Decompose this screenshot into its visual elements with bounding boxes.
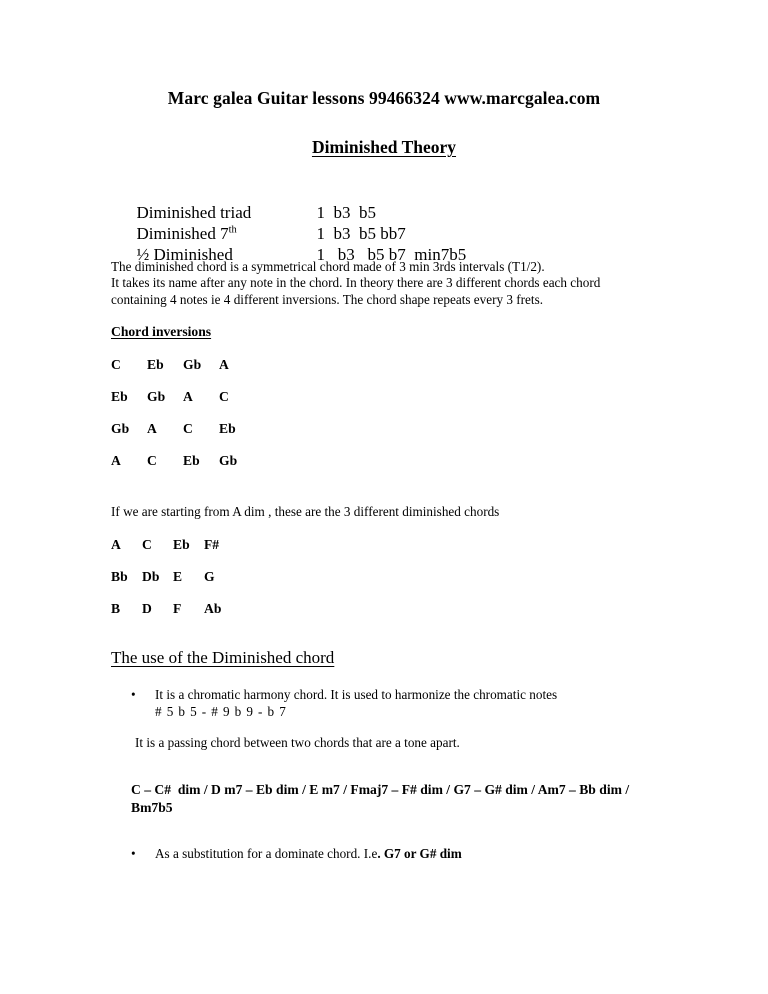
list-item: • As a substitution for a dominate chord… [131, 846, 651, 863]
note-cell: Ab [204, 601, 222, 616]
note-cell: Bb [111, 569, 128, 584]
note-cell: D [142, 601, 152, 616]
note-cell: Gb [111, 421, 130, 436]
note-cell: G [204, 569, 215, 584]
note-cell: Eb [111, 389, 128, 404]
note-cell: C [111, 357, 121, 372]
definition-row: Diminished triad 1 b3 b5 [111, 181, 671, 222]
note-cell: C [183, 421, 193, 436]
list-item-text: It is a chromatic harmony chord. It is u… [155, 687, 558, 702]
intro-line-3: containing 4 notes ie 4 different invers… [111, 291, 543, 307]
document-header: Marc galea Guitar lessons 99466324 www.m… [167, 88, 601, 108]
note-cell: A [147, 421, 157, 436]
adim-chord-row: A C Eb F# [111, 537, 235, 553]
note-cell: E [173, 569, 183, 584]
chord-inversions-heading: Chord inversions [111, 324, 212, 339]
intro-line-2: It takes its name after any note in the … [111, 275, 601, 291]
document-page: Marc galea Guitar lessons 99466324 www.m… [0, 0, 768, 994]
adim-chord-row: Bb Db E G [111, 569, 235, 585]
note-cell: Eb [173, 537, 190, 552]
note-cell: Gb [183, 357, 202, 372]
definition-values: 1 b3 b5 bb7 [316, 224, 406, 243]
intro-line-1: The diminished chord is a symmetrical ch… [111, 259, 545, 274]
definition-label: Diminished 7th [136, 224, 237, 243]
list-item-subtext: # 5 b 5 - # 9 b 9 - b 7 [155, 703, 287, 719]
note-cell: A [183, 389, 193, 404]
adim-intro: If we are starting from A dim , these ar… [111, 504, 500, 519]
note-cell: A [219, 357, 229, 372]
note-cell: F# [204, 537, 220, 552]
inversion-row: C Eb Gb A [111, 357, 255, 373]
bullet-icon: • [131, 846, 136, 861]
use-section-heading: The use of the Diminished chord [111, 648, 335, 667]
passing-chord-note: It is a passing chord between two chords… [135, 735, 460, 750]
definitions-list: Diminished triad 1 b3 b5 Diminished 7th 1 … [111, 181, 671, 264]
bullet-icon: • [131, 687, 136, 702]
page-title: Diminished Theory [0, 137, 768, 158]
note-cell: Gb [219, 453, 238, 468]
note-cell: B [111, 601, 121, 616]
note-cell: Eb [183, 453, 200, 468]
note-cell: A [111, 453, 121, 468]
note-cell: C [147, 453, 157, 468]
inversion-row: Gb A C Eb [111, 421, 255, 437]
substitution-chords: . G7 or G# dim [377, 846, 462, 861]
note-cell: C [219, 389, 229, 404]
inversion-row: Eb Gb A C [111, 389, 255, 405]
note-cell: A [111, 537, 121, 552]
intro-paragraph: The diminished chord is a symmetrical ch… [111, 259, 651, 308]
substitution-text: As a substitution for a dominate chord. … [155, 846, 378, 861]
ordinal-suffix: th [228, 224, 237, 236]
list-item-text: As a substitution for a dominate chord. … [155, 846, 651, 863]
note-cell: Eb [147, 357, 164, 372]
definition-values: 1 b3 b5 [316, 203, 377, 222]
note-cell: Db [142, 569, 160, 584]
chord-progression: C – C# dim / D m7 – Eb dim / E m7 / Fmaj… [131, 781, 651, 816]
chord-progression-line-2: Bm7b5 [131, 799, 173, 815]
list-item: • It is a chromatic harmony chord. It is… [131, 687, 651, 721]
note-cell: F [173, 601, 182, 616]
page-title-text: Diminished Theory [311, 137, 457, 157]
definition-label: Diminished triad [136, 203, 252, 222]
note-cell: C [142, 537, 152, 552]
note-cell: Gb [147, 389, 166, 404]
adim-chord-row: B D F Ab [111, 601, 235, 617]
inversion-row: A C Eb Gb [111, 453, 255, 469]
chord-progression-line-1: C – C# dim / D m7 – Eb dim / E m7 / Fmaj… [131, 782, 630, 797]
note-cell: Eb [219, 421, 236, 436]
